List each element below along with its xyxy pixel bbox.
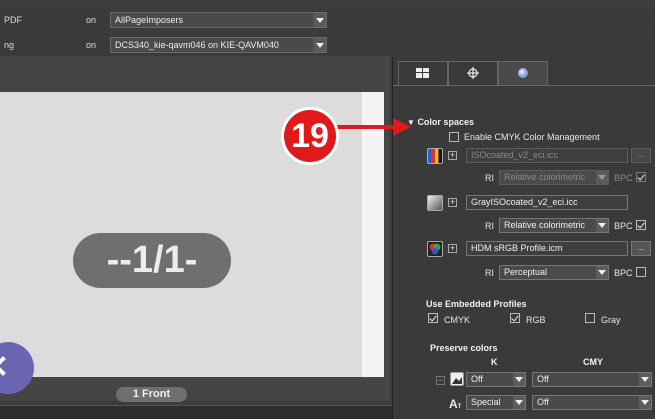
mountain-icon bbox=[452, 377, 462, 384]
rgb-circles-icon bbox=[429, 243, 441, 255]
chevron-down-icon[interactable] bbox=[596, 219, 608, 232]
imposer-select-value: AllPageImposers bbox=[115, 15, 184, 25]
gray-icon bbox=[427, 195, 443, 211]
chevron-down-icon[interactable] bbox=[313, 38, 326, 52]
annotation-callout: 19 bbox=[281, 107, 339, 165]
chevron-left-icon bbox=[0, 356, 13, 376]
tab-marks[interactable] bbox=[448, 61, 498, 85]
color-spaces-title: Color spaces bbox=[417, 117, 474, 127]
expand-plus-icon[interactable]: + bbox=[448, 244, 457, 253]
color-settings-panel: ▼ Color spaces Enable CMYK Color Managem… bbox=[392, 57, 655, 419]
enable-cmyk-label: Enable CMYK Color Management bbox=[464, 132, 600, 142]
column-cmy-header: CMY bbox=[583, 357, 603, 367]
gray-ri-value: Relative colorimetric bbox=[504, 220, 586, 230]
bpc-label: BPC bbox=[614, 268, 633, 278]
ri-label: RI bbox=[485, 173, 494, 183]
chevron-down-icon[interactable] bbox=[513, 396, 525, 409]
bpc-label: BPC bbox=[614, 173, 633, 183]
preserve-cmy-select-2[interactable]: Off bbox=[532, 395, 652, 410]
device-select-value: DCS340_kie-qavm046 on KIE-QAVM040 bbox=[115, 40, 279, 50]
expand-plus-icon[interactable]: + bbox=[448, 198, 457, 207]
embedded-cmyk-label: CMYK bbox=[444, 315, 471, 325]
on-label: on bbox=[86, 40, 97, 50]
preserve-k-value: Off bbox=[471, 374, 483, 384]
device-row: ng on DCS340_kie-qavm046 on KIE-QAVM040 bbox=[0, 35, 655, 55]
cmyk-profile-field[interactable]: ISOcoated_v2_eci.icc bbox=[466, 148, 628, 163]
tab-layout[interactable] bbox=[398, 61, 448, 85]
embedded-profiles-heading: Use Embedded Profiles bbox=[426, 299, 527, 309]
rgb-ri-select[interactable]: Perceptual bbox=[499, 265, 609, 280]
preserve-cmy-value: Off bbox=[537, 374, 549, 384]
ri-label: RI bbox=[485, 268, 494, 278]
cmyk-ri-select[interactable]: Relative colorimetric bbox=[499, 170, 609, 185]
preview-canvas[interactable]: --1/1- 1 Front bbox=[0, 56, 390, 402]
imposer-select[interactable]: AllPageImposers bbox=[110, 12, 327, 28]
previous-page-button[interactable] bbox=[0, 342, 34, 394]
chevron-down-icon[interactable] bbox=[513, 373, 525, 386]
expand-plus-icon[interactable]: + bbox=[448, 151, 457, 160]
embedded-rgb-checkbox[interactable] bbox=[510, 313, 520, 323]
preserve-k-select-2[interactable]: Special bbox=[466, 395, 526, 410]
layout-grid-icon bbox=[416, 68, 429, 78]
front-side-label[interactable]: 1 Front bbox=[116, 387, 187, 402]
rgb-browse-button[interactable]: ... bbox=[631, 241, 651, 256]
tab-color[interactable] bbox=[498, 61, 548, 85]
embedded-rgb-label: RGB bbox=[526, 315, 546, 325]
rgb-bpc-checkbox[interactable] bbox=[636, 267, 646, 277]
row-label: PDF bbox=[4, 15, 22, 25]
rgb-icon bbox=[427, 241, 443, 257]
preserve-cmy-select-1[interactable]: Off bbox=[532, 372, 652, 387]
preserve-colors-heading: Preserve colors bbox=[430, 343, 498, 353]
chevron-down-icon[interactable] bbox=[639, 396, 651, 409]
color-wheel-icon bbox=[518, 68, 528, 78]
cmyk-icon bbox=[427, 148, 443, 164]
embedded-cmyk-checkbox[interactable] bbox=[428, 313, 438, 323]
cmyk-ri-value: Relative colorimetric bbox=[504, 172, 586, 182]
cmyk-bpc-checkbox[interactable] bbox=[636, 172, 646, 182]
cmyk-browse-button[interactable]: ... bbox=[631, 148, 651, 163]
chevron-down-icon[interactable] bbox=[596, 266, 608, 279]
crosshair-icon bbox=[467, 67, 479, 79]
panel-tabs bbox=[398, 61, 548, 85]
text-tool-icon: AT bbox=[449, 397, 462, 411]
chevron-down-icon[interactable] bbox=[596, 171, 608, 184]
image-icon bbox=[450, 372, 464, 386]
row-label: ng bbox=[4, 40, 15, 50]
tab-divider bbox=[393, 85, 655, 86]
enable-cmyk-checkbox[interactable] bbox=[449, 132, 459, 142]
gray-profile-field[interactable]: GrayISOcoated_v2_eci.icc bbox=[466, 195, 628, 210]
on-label: on bbox=[86, 15, 97, 25]
embedded-gray-label: Gray bbox=[601, 315, 621, 325]
device-select[interactable]: DCS340_kie-qavm046 on KIE-QAVM040 bbox=[110, 37, 327, 53]
embedded-gray-checkbox[interactable] bbox=[585, 313, 595, 323]
preserve-k-select-1[interactable]: Off bbox=[466, 372, 526, 387]
gray-ri-select[interactable]: Relative colorimetric bbox=[499, 218, 609, 233]
ri-label: RI bbox=[485, 221, 494, 231]
chevron-down-icon[interactable] bbox=[313, 13, 326, 27]
bpc-label: BPC bbox=[614, 221, 633, 231]
preserve-k-value: Special bbox=[471, 397, 501, 407]
preserve-cmy-value: Off bbox=[537, 397, 549, 407]
color-spaces-heading[interactable]: ▼ Color spaces bbox=[407, 117, 474, 127]
collapse-minus-icon[interactable]: − bbox=[436, 376, 445, 385]
column-k-header: K bbox=[491, 357, 498, 367]
rgb-profile-field[interactable]: HDM sRGB Profile.icm bbox=[466, 241, 628, 256]
page-number-badge: --1/1- bbox=[73, 233, 231, 288]
rgb-ri-value: Perceptual bbox=[504, 267, 548, 277]
annotation-arrow bbox=[335, 118, 411, 136]
gray-bpc-checkbox[interactable] bbox=[636, 220, 646, 230]
chevron-down-icon[interactable] bbox=[639, 373, 651, 386]
printer-row: PDF on AllPageImposers bbox=[0, 10, 655, 30]
